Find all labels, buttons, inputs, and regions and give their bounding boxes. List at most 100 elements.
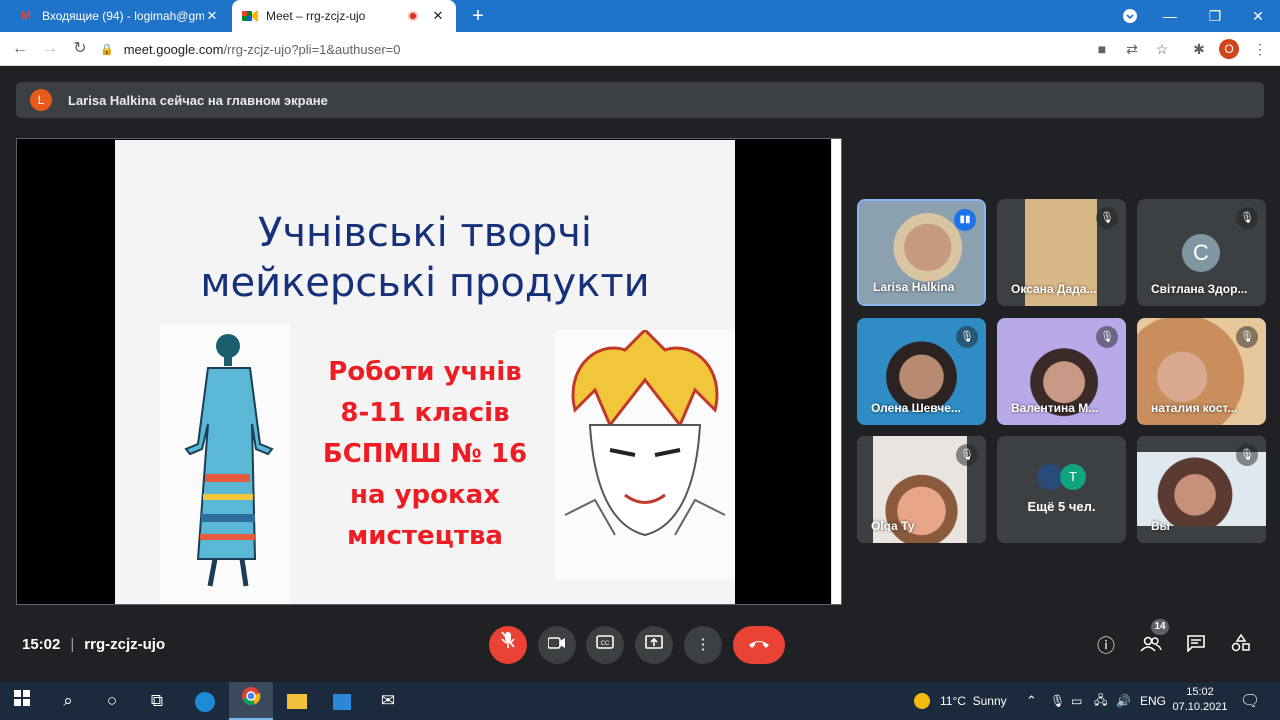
close-window-button[interactable]: ✕	[1238, 0, 1278, 32]
recording-indicator-icon	[408, 11, 418, 21]
browser-menu-icon[interactable]: ⋮	[1248, 37, 1272, 61]
sun-icon	[914, 693, 930, 709]
presentation-area[interactable]: Учнівські творчі мейкерські продукти Роб…	[16, 138, 842, 605]
more-participants-tile[interactable]: Т Ещё 5 чел.	[997, 436, 1126, 543]
clock-date: 07.10.2021	[1172, 701, 1228, 713]
participant-name: Larisa Halkina	[873, 280, 955, 294]
presentation-scrollbar[interactable]	[831, 139, 841, 604]
volume-icon[interactable]: 🔊	[1116, 682, 1131, 720]
mail-icon[interactable]: ✉	[366, 682, 410, 720]
tab-title: Meet – rrg-zcjz-ujo	[266, 9, 366, 23]
task-view-icon[interactable]: ⧉	[135, 682, 179, 720]
notifications-icon[interactable]: 🗨	[1240, 682, 1260, 720]
chat-icon[interactable]	[1182, 632, 1210, 660]
meeting-code: rrg-zcjz-ujo	[84, 636, 166, 653]
participant-name: Оксана Дада...	[1011, 282, 1097, 296]
file-explorer-icon[interactable]	[275, 682, 319, 720]
translate-icon[interactable]: ⇄	[1120, 37, 1144, 61]
speaking-indicator-icon: ▮▮	[954, 209, 976, 231]
self-tile[interactable]: 🎙 Вы	[1137, 436, 1266, 543]
bookmark-star-icon[interactable]: ☆	[1150, 37, 1174, 61]
back-arrow-icon[interactable]: ←	[8, 37, 32, 61]
mic-off-icon: 🎙	[1096, 326, 1118, 348]
slide-subtitle: Роботи учнів 8-11 класів БСПМШ № 16 на у…	[295, 352, 555, 557]
svg-text:CC: CC	[601, 641, 610, 647]
edge-icon[interactable]	[183, 682, 227, 720]
divider: |	[70, 636, 75, 653]
address-bar[interactable]: 🔒 meet.google.com/rrg-zcjz-ujo?pli=1&aut…	[100, 36, 1180, 62]
url-path: /rrg-zcjz-ujo?pli=1&authuser=0	[223, 41, 401, 57]
close-tab-icon[interactable]: ✕	[204, 8, 220, 24]
presenter-banner-text: Larisa Halkina сейчас на главном экране	[68, 92, 328, 108]
participant-tile[interactable]: ▮▮ Larisa Halkina	[857, 199, 986, 306]
weather-text: 11°C Sunny	[940, 694, 1007, 708]
mic-off-icon: 🎙	[1236, 207, 1258, 229]
store-icon[interactable]	[320, 682, 364, 720]
tab-title: Входящие (94) - logimah@gmail.com	[42, 9, 204, 23]
captions-button[interactable]: CC	[586, 626, 624, 664]
presenter-banner: L Larisa Halkina сейчас на главном экран…	[16, 82, 1264, 118]
participant-tile[interactable]: С 🎙 Світлана Здор...	[1137, 199, 1266, 306]
participant-tile[interactable]: 🎙 наталия кост...	[1137, 318, 1266, 425]
slide-title: Учнівські творчі мейкерські продукти	[115, 208, 735, 308]
search-icon[interactable]: ⌕	[46, 682, 90, 720]
meeting-time: 15:02	[22, 636, 61, 653]
people-icon[interactable]	[1137, 632, 1165, 660]
tab-search-icon[interactable]	[1110, 0, 1150, 32]
chrome-taskbar-icon[interactable]	[229, 682, 273, 720]
more-participants-label: Ещё 5 чел.	[1027, 499, 1096, 514]
gmail-icon: M	[21, 10, 31, 22]
weather-widget[interactable]: 11°C Sunny	[914, 682, 1007, 720]
tab-meet[interactable]: Meet – rrg-zcjz-ujo ✕	[232, 0, 456, 32]
slide-title-line: мейкерські продукти	[200, 260, 650, 306]
new-tab-button[interactable]: +	[466, 4, 490, 28]
network-icon[interactable]: 🖧	[1094, 682, 1107, 720]
participant-tile[interactable]: 🎙 Валентина М...	[997, 318, 1126, 425]
meet-icon	[242, 8, 258, 24]
tray-chevron-icon[interactable]: ⌃	[1026, 682, 1037, 720]
restore-button[interactable]: ❐	[1195, 0, 1235, 32]
mic-off-icon: 🎙	[956, 326, 978, 348]
camera-icon[interactable]: ■	[1090, 37, 1114, 61]
activities-icon[interactable]	[1227, 632, 1255, 660]
battery-icon[interactable]: ▭	[1071, 682, 1082, 720]
meeting-details: 15:02 | rrg-zcjz-ujo	[22, 636, 165, 653]
slide-red-line: БСПМШ № 16	[322, 439, 528, 469]
minimize-button[interactable]: —	[1150, 0, 1190, 32]
tab-gmail[interactable]: M Входящие (94) - logimah@gmail.com ✕	[8, 0, 230, 32]
presenter-avatar: L	[30, 89, 52, 111]
camera-toggle-button[interactable]	[538, 626, 576, 664]
participant-tile[interactable]: 🎙 Оксана Дада...	[997, 199, 1126, 306]
url-host: meet.google.com	[123, 41, 224, 57]
participant-name: наталия кост...	[1151, 401, 1238, 415]
slide-red-line: Роботи учнів	[328, 357, 522, 387]
participant-name: Вы	[1151, 519, 1170, 533]
windows-start-icon[interactable]	[0, 682, 44, 720]
cortana-icon[interactable]: ○	[90, 682, 134, 720]
taskbar-clock[interactable]: 15:02 07.10.2021	[1172, 685, 1228, 715]
windows-taskbar: ⌕ ○ ⧉ ✉ 11°C Sunny ⌃ 🎙 ▭ 🖧 🔊 ENG 🗨	[0, 682, 1280, 720]
lock-icon[interactable]: 🔒	[100, 43, 114, 56]
extensions-puzzle-icon[interactable]: ✱	[1187, 37, 1211, 61]
reload-icon[interactable]: ↻	[68, 37, 92, 61]
info-icon[interactable]: ⓘ	[1092, 632, 1120, 660]
mic-off-icon: 🎙	[1236, 444, 1258, 466]
leave-call-button[interactable]	[733, 626, 785, 664]
close-tab-icon[interactable]: ✕	[430, 8, 446, 24]
participant-tile[interactable]: 🎙 Олена Шевче...	[857, 318, 986, 425]
more-options-button[interactable]: ⋮	[684, 626, 722, 664]
slide-red-line: мистецтва	[347, 521, 503, 551]
slide-title-line: Учнівські творчі	[258, 210, 592, 256]
forward-arrow-icon[interactable]: →	[38, 37, 62, 61]
mic-off-icon: 🎙	[1096, 207, 1118, 229]
participant-name: Олена Шевче...	[871, 401, 961, 415]
participant-tile[interactable]: 🎙 Olga Ту	[857, 436, 986, 543]
profile-avatar[interactable]: O	[1219, 39, 1239, 59]
present-screen-button[interactable]	[635, 626, 673, 664]
mic-toggle-button[interactable]	[489, 626, 527, 664]
participant-avatar: Т	[1060, 464, 1086, 490]
microphone-tray-icon[interactable]: 🎙	[1050, 682, 1065, 720]
language-indicator[interactable]: ENG	[1140, 682, 1166, 720]
participant-name: Olga Ту	[871, 519, 915, 533]
presentation-slide: Учнівські творчі мейкерські продукти Роб…	[115, 140, 735, 604]
